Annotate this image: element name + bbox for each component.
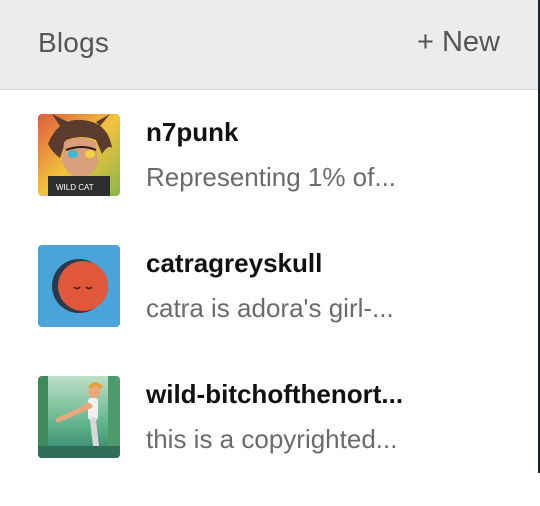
- blogs-title: Blogs: [38, 27, 110, 58]
- blog-description: this is a copyrighted...: [146, 424, 398, 454]
- blogs-header: Blogs + New: [0, 0, 538, 90]
- blog-description: Representing 1% of...: [146, 162, 397, 192]
- blogs-panel: Blogs + New WILD CAT n7punk Representing…: [0, 0, 540, 473]
- blog-list-item[interactable]: WILD CAT n7punk Representing 1% of...: [0, 114, 538, 244]
- kicking-character-avatar-icon: [38, 376, 120, 458]
- blog-name: wild-bitchofthenort...: [146, 379, 404, 409]
- blog-list-item[interactable]: catragreyskull catra is adora's girl-...: [0, 245, 538, 375]
- blog-avatar: [38, 376, 120, 458]
- blog-description: catra is adora's girl-...: [146, 293, 394, 323]
- blog-list-item[interactable]: wild-bitchofthenort... this is a copyrig…: [0, 376, 538, 506]
- avatar-shirt-text: WILD CAT: [56, 183, 94, 192]
- blog-name: n7punk: [146, 117, 239, 147]
- new-blog-button[interactable]: + New: [417, 26, 500, 59]
- blog-avatar: [38, 245, 120, 327]
- sleeping-moon-avatar-icon: [38, 245, 120, 327]
- blog-avatar: WILD CAT: [38, 114, 120, 196]
- blog-name: catragreyskull: [146, 248, 323, 278]
- catra-portrait-avatar-icon: WILD CAT: [38, 114, 120, 196]
